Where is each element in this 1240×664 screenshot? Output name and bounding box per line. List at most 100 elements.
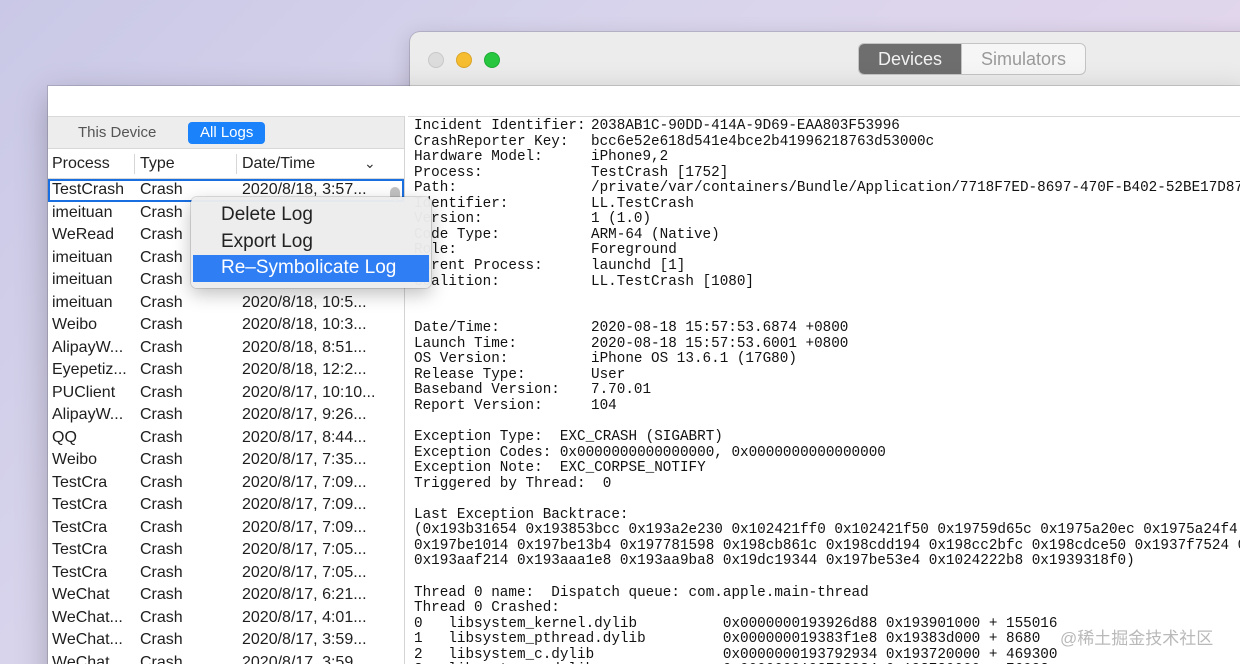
date-cell: 2020/8/17, 7:05...	[242, 563, 367, 581]
log-key: Date/Time:	[414, 320, 500, 337]
table-row[interactable]: Weibo Crash 2020/8/18, 10:3...	[48, 314, 404, 337]
process-cell: WeChat	[52, 586, 110, 603]
log-value: LL.TestCrash	[591, 195, 694, 212]
process-cell: imeituan	[52, 203, 113, 221]
log-line: Thread 0 Crashed:	[414, 600, 560, 617]
date-cell: 2020/8/18, 10:5...	[242, 293, 367, 311]
process-cell: Weibo	[52, 316, 98, 333]
log-value: 7.70.01	[591, 382, 652, 399]
filter-this-device[interactable]: This Device	[66, 122, 168, 144]
log-line: Exception Note: EXC_CORPSE_NOTIFY	[414, 460, 706, 477]
log-value: 2020-08-18 15:57:53.6874 +0800	[591, 320, 849, 337]
log-value: ARM-64 (Native)	[591, 226, 720, 243]
type-cell: Crash	[140, 541, 183, 558]
table-row[interactable]: TestCra Crash 2020/8/17, 7:05...	[48, 562, 404, 585]
log-key: Hardware Model:	[414, 149, 543, 166]
log-key: Release Type:	[414, 366, 526, 383]
log-key: Path:	[414, 180, 457, 197]
log-line: 0x193aaf214 0x193aaa1e8 0x193aa9ba8 0x19…	[414, 553, 1135, 570]
date-cell: 2020/8/17, 3:59...	[242, 653, 367, 664]
type-cell: Crash	[140, 496, 183, 513]
process-cell: Eyepetiz...	[52, 361, 127, 378]
table-row[interactable]: AlipayW... Crash 2020/8/18, 8:51...	[48, 337, 404, 360]
date-cell: 2020/8/17, 4:01...	[242, 608, 367, 626]
log-table-header: Process Type Date/Time ⌄	[48, 149, 404, 179]
log-line: Triggered by Thread: 0	[414, 475, 612, 492]
process-cell: AlipayW...	[52, 338, 124, 356]
log-value: LL.TestCrash [1080]	[591, 273, 755, 290]
type-cell: Crash	[140, 653, 183, 664]
table-row[interactable]: PUClient Crash 2020/8/17, 10:10...	[48, 382, 404, 405]
menu-item-delete-log[interactable]: Delete Log	[191, 202, 431, 229]
sort-chevron-icon[interactable]: ⌄	[364, 155, 376, 172]
column-divider[interactable]	[134, 154, 135, 174]
table-row[interactable]: WeChat Crash 2020/8/17, 3:59...	[48, 652, 404, 664]
close-window-button[interactable]	[428, 52, 444, 68]
column-header-date-time[interactable]: Date/Time	[242, 155, 315, 173]
column-divider[interactable]	[236, 154, 237, 174]
table-row[interactable]: Weibo Crash 2020/8/17, 7:35...	[48, 449, 404, 472]
tab-devices[interactable]: Devices	[859, 44, 961, 74]
table-row[interactable]: TestCra Crash 2020/8/17, 7:05...	[48, 539, 404, 562]
date-cell: 2020/8/18, 8:51...	[242, 338, 367, 356]
filter-all-logs[interactable]: All Logs	[188, 122, 266, 144]
date-cell: 2020/8/17, 6:21...	[242, 586, 367, 603]
menu-item-export-log[interactable]: Export Log	[191, 229, 431, 256]
table-row[interactable]: imeituan Crash 2020/8/18, 10:5...	[48, 292, 404, 315]
log-value: 1 (1.0)	[591, 211, 652, 228]
date-cell: 2020/8/18, 12:2...	[242, 361, 367, 378]
log-value: bcc6e52e618d541e4bce2b41996218763d53000c	[591, 133, 935, 150]
column-header-process[interactable]: Process	[52, 155, 110, 173]
table-row[interactable]: AlipayW... Crash 2020/8/17, 9:26...	[48, 404, 404, 427]
table-row[interactable]: QQ Crash 2020/8/17, 8:44...	[48, 427, 404, 450]
table-row[interactable]: TestCra Crash 2020/8/17, 7:09...	[48, 517, 404, 540]
tab-simulators[interactable]: Simulators	[961, 44, 1085, 74]
type-cell: Crash	[140, 338, 183, 356]
table-row[interactable]: TestCra Crash 2020/8/17, 7:09...	[48, 472, 404, 495]
log-line: 2 libsystem_c.dylib 0x0000000193792934 0…	[414, 646, 1058, 663]
log-line: (0x193b31654 0x193853bcc 0x193a2e230 0x1…	[414, 522, 1240, 539]
log-value: User	[591, 366, 626, 383]
type-cell: Crash	[140, 316, 183, 333]
menu-item-resymbolicate-log[interactable]: Re–Symbolicate Log	[193, 255, 429, 282]
process-cell: TestCra	[52, 518, 108, 536]
crash-log-text-view[interactable]: Incident Identifier: 2038AB1C-90DD-414A-9…	[408, 116, 1240, 664]
table-row[interactable]: Eyepetiz... Crash 2020/8/18, 12:2...	[48, 359, 404, 382]
date-cell: 2020/8/17, 7:05...	[242, 541, 367, 558]
process-cell: WeChat...	[52, 631, 123, 648]
log-value: iPhone OS 13.6.1 (17G80)	[591, 351, 797, 368]
column-header-type[interactable]: Type	[140, 155, 175, 173]
watermark: @稀土掘金技术社区	[1060, 629, 1214, 648]
log-value: Foreground	[591, 242, 677, 259]
log-line: 0 libsystem_kernel.dylib 0x0000000193926…	[414, 615, 1058, 632]
table-row[interactable]: TestCra Crash 2020/8/17, 7:09...	[48, 494, 404, 517]
type-cell: Crash	[140, 383, 183, 401]
table-row[interactable]: WeChat Crash 2020/8/17, 6:21...	[48, 584, 404, 607]
process-cell: WeRead	[52, 226, 114, 243]
log-key: CrashReporter Key:	[414, 133, 569, 150]
log-value: iPhone9,2	[591, 149, 669, 166]
date-cell: 2020/8/17, 7:09...	[242, 496, 367, 513]
process-cell: TestCra	[52, 496, 108, 513]
log-line: 1 libsystem_pthread.dylib 0x000000019383…	[414, 631, 1041, 648]
zoom-window-button[interactable]	[484, 52, 500, 68]
log-value: 2020-08-18 15:57:53.6001 +0800	[591, 335, 849, 352]
minimize-window-button[interactable]	[456, 52, 472, 68]
log-key: Incident Identifier:	[414, 118, 586, 134]
log-key: Parent Process:	[414, 257, 543, 274]
process-cell: imeituan	[52, 271, 113, 288]
log-line: Exception Codes: 0x0000000000000000, 0x0…	[414, 444, 886, 461]
date-cell: 2020/8/17, 10:10...	[242, 383, 376, 401]
log-context-menu: Delete Log Export Log Re–Symbolicate Log	[191, 197, 431, 288]
table-row[interactable]: WeChat... Crash 2020/8/17, 3:59...	[48, 629, 404, 652]
table-row[interactable]: WeChat... Crash 2020/8/17, 4:01...	[48, 607, 404, 630]
type-cell: Crash	[140, 518, 183, 536]
log-key: Report Version:	[414, 397, 543, 414]
log-line: 0x197be1014 0x197be13b4 0x197781598 0x19…	[414, 537, 1240, 554]
log-value: 104	[591, 397, 617, 414]
log-filter-bar: This Device All Logs	[48, 117, 404, 149]
date-cell: 2020/8/17, 9:26...	[242, 406, 367, 423]
process-cell: TestCra	[52, 541, 108, 558]
process-cell: WeChat	[52, 653, 110, 664]
log-key: Baseband Version:	[414, 382, 560, 399]
